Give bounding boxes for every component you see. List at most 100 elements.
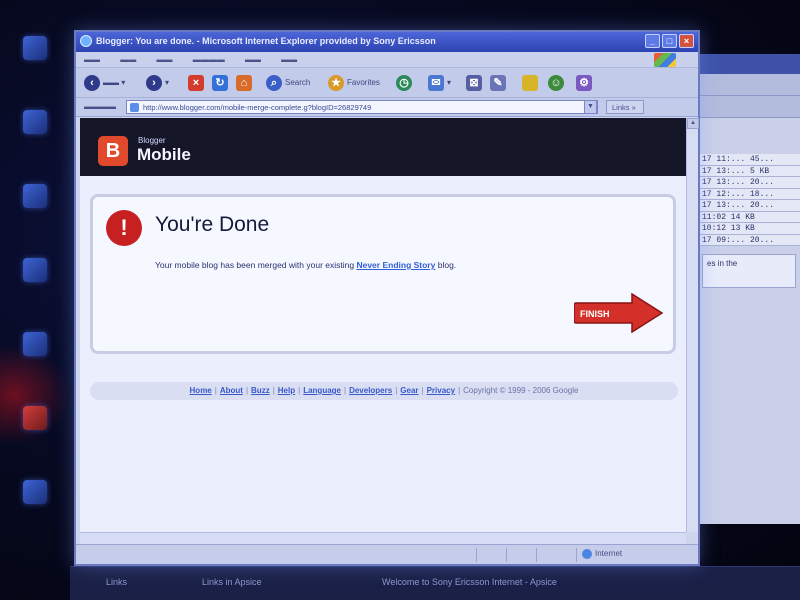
- address-label: ▬▬▬▬: [84, 102, 116, 111]
- page-icon: [130, 103, 139, 112]
- taskbar-item-apsice[interactable]: Links in Apsice: [202, 577, 262, 587]
- horizontal-scrollbar[interactable]: [80, 532, 686, 544]
- message-prefix: Your mobile blog has been merged with yo…: [155, 260, 355, 270]
- print-button[interactable]: ⊠: [466, 74, 485, 92]
- address-input[interactable]: http://www.blogger.com/mobile-merge-comp…: [126, 100, 598, 114]
- footer-link-privacy[interactable]: Privacy: [427, 386, 455, 395]
- internet-explorer-icon: [23, 332, 47, 356]
- footer-link-language[interactable]: Language: [303, 386, 341, 395]
- mail-icon: ✉: [428, 74, 444, 91]
- links-button[interactable]: Links »: [606, 100, 644, 114]
- refresh-button[interactable]: ↻: [212, 74, 231, 92]
- desktop-icon-3[interactable]: [2, 184, 68, 252]
- taskbar-item-welcome[interactable]: Welcome to Sony Ericsson Internet - Apsi…: [382, 577, 557, 587]
- list-item[interactable]: 10:12 13 KB: [698, 223, 800, 235]
- copyright: Copyright © 1999 - 2006 Google: [463, 386, 579, 395]
- list-item[interactable]: 17 13:... 5 KB: [698, 165, 800, 177]
- background-window-panel: es in the: [702, 254, 796, 288]
- menu-item-favorites[interactable]: ▬▬▬▬: [193, 55, 225, 64]
- list-item[interactable]: 17 09:... 20...: [698, 234, 800, 246]
- status-separator: [576, 548, 577, 562]
- finish-button[interactable]: FINISH: [573, 292, 664, 334]
- menu-item-file[interactable]: ▬▬: [84, 55, 100, 64]
- browser-toolbar: ‹ ▬▬ ▾ › ▾ × ↻ ⌂ ⌕ Search ★ Favorites ◷ ✉ ▾ ⊠: [76, 68, 698, 98]
- desktop-icon-7[interactable]: [2, 480, 68, 548]
- desktop-icon-5[interactable]: [2, 332, 68, 400]
- home-icon: ⌂: [236, 74, 252, 91]
- footer-link-about[interactable]: About: [220, 386, 243, 395]
- computer-icon: [23, 110, 47, 134]
- print-icon: ⊠: [466, 74, 482, 91]
- list-item[interactable]: 17 11:... 45...: [698, 154, 800, 166]
- message-suffix: blog.: [437, 260, 457, 270]
- search-button[interactable]: ⌕ Search: [266, 74, 310, 92]
- blogger-logo-large[interactable]: Mobile: [137, 145, 191, 165]
- desktop-icon-6[interactable]: [2, 406, 68, 474]
- back-arrow-icon: ‹: [84, 74, 100, 91]
- favorites-button[interactable]: ★ Favorites: [328, 74, 380, 92]
- list-item[interactable]: 17 12:... 18...: [698, 188, 800, 200]
- refresh-icon: ↻: [212, 74, 228, 91]
- menu-item-view[interactable]: ▬▬: [156, 55, 172, 64]
- footer-link-gear[interactable]: Gear: [400, 386, 418, 395]
- address-dropdown-button[interactable]: ▼: [584, 100, 597, 114]
- menu-item-tools[interactable]: ▬▬: [245, 55, 261, 64]
- history-icon: ◷: [396, 74, 412, 91]
- done-card: ! You're Done Your mobile blog has been …: [90, 194, 676, 354]
- mail-button[interactable]: ✉ ▾: [428, 74, 451, 92]
- footer-link-help[interactable]: Help: [278, 386, 295, 395]
- list-item[interactable]: 11:02 14 KB: [698, 211, 800, 223]
- page-viewport: B Blogger Mobile ! You're Done Your mobi…: [80, 118, 686, 532]
- maximize-button[interactable]: □: [662, 34, 677, 48]
- blogger-logo-icon[interactable]: B: [98, 136, 128, 166]
- messenger-button[interactable]: ☺: [548, 74, 567, 92]
- desktop-icon-1[interactable]: [2, 36, 68, 104]
- messenger-icon: ☺: [548, 74, 564, 91]
- close-button[interactable]: ×: [679, 34, 694, 48]
- edit-button[interactable]: ✎: [490, 74, 509, 92]
- blog-link[interactable]: Never Ending Story: [356, 260, 435, 270]
- menu-item-help[interactable]: ▬▬: [281, 55, 297, 64]
- scroll-up-button[interactable]: ▲: [687, 118, 699, 129]
- desktop-icon-2[interactable]: [2, 110, 68, 178]
- recycle-bin-icon: [23, 258, 47, 282]
- vertical-scrollbar[interactable]: ▲: [686, 118, 699, 532]
- links-label: Links: [612, 103, 630, 112]
- window-controls: _ □ ×: [643, 34, 694, 48]
- windows-logo-icon: [654, 53, 676, 67]
- list-item[interactable]: 17 13:... 20...: [698, 200, 800, 212]
- search-icon: ⌕: [266, 74, 282, 91]
- footer-link-developers[interactable]: Developers: [349, 386, 392, 395]
- forward-button[interactable]: › ▾: [146, 74, 169, 92]
- menu-item-edit[interactable]: ▬▬: [120, 55, 136, 64]
- application-icon: [23, 480, 47, 504]
- taskbar-item-links[interactable]: Links: [106, 577, 127, 587]
- blogger-header: B Blogger Mobile: [80, 118, 686, 176]
- list-item[interactable]: 17 13:... 20...: [698, 177, 800, 189]
- background-window[interactable]: 17 11:... 45... 17 13:... 5 KB 17 13:...…: [696, 54, 800, 524]
- desktop-icons: [2, 30, 70, 548]
- stop-button[interactable]: ×: [188, 74, 207, 92]
- footer-link-buzz[interactable]: Buzz: [251, 386, 270, 395]
- edit-icon: ✎: [490, 74, 506, 91]
- home-button[interactable]: ⌂: [236, 74, 255, 92]
- favorites-label: Favorites: [347, 78, 380, 87]
- background-window-titlebar[interactable]: [698, 54, 800, 74]
- discuss-icon: [522, 74, 538, 91]
- discuss-button[interactable]: [522, 74, 541, 92]
- window-titlebar[interactable]: Blogger: You are done. - Microsoft Inter…: [76, 32, 698, 52]
- address-bar: ▬▬▬▬ http://www.blogger.com/mobile-merge…: [76, 98, 698, 117]
- zone-label: Internet: [595, 549, 623, 559]
- star-icon: ★: [328, 74, 344, 91]
- footer-link-home[interactable]: Home: [190, 386, 212, 395]
- page-title: You're Done: [155, 213, 270, 236]
- finish-label: FINISH: [580, 309, 610, 319]
- history-button[interactable]: ◷: [396, 74, 415, 92]
- minimize-button[interactable]: _: [645, 34, 660, 48]
- footer-links: Home | About | Buzz | Help | Language | Developers…: [90, 382, 678, 400]
- back-button[interactable]: ‹ ▬▬ ▾: [84, 74, 125, 92]
- done-message: Your mobile blog has been merged with yo…: [155, 260, 456, 270]
- tools-button[interactable]: ⚙: [576, 74, 595, 92]
- tools-icon: ⚙: [576, 74, 592, 91]
- desktop-icon-4[interactable]: [2, 258, 68, 326]
